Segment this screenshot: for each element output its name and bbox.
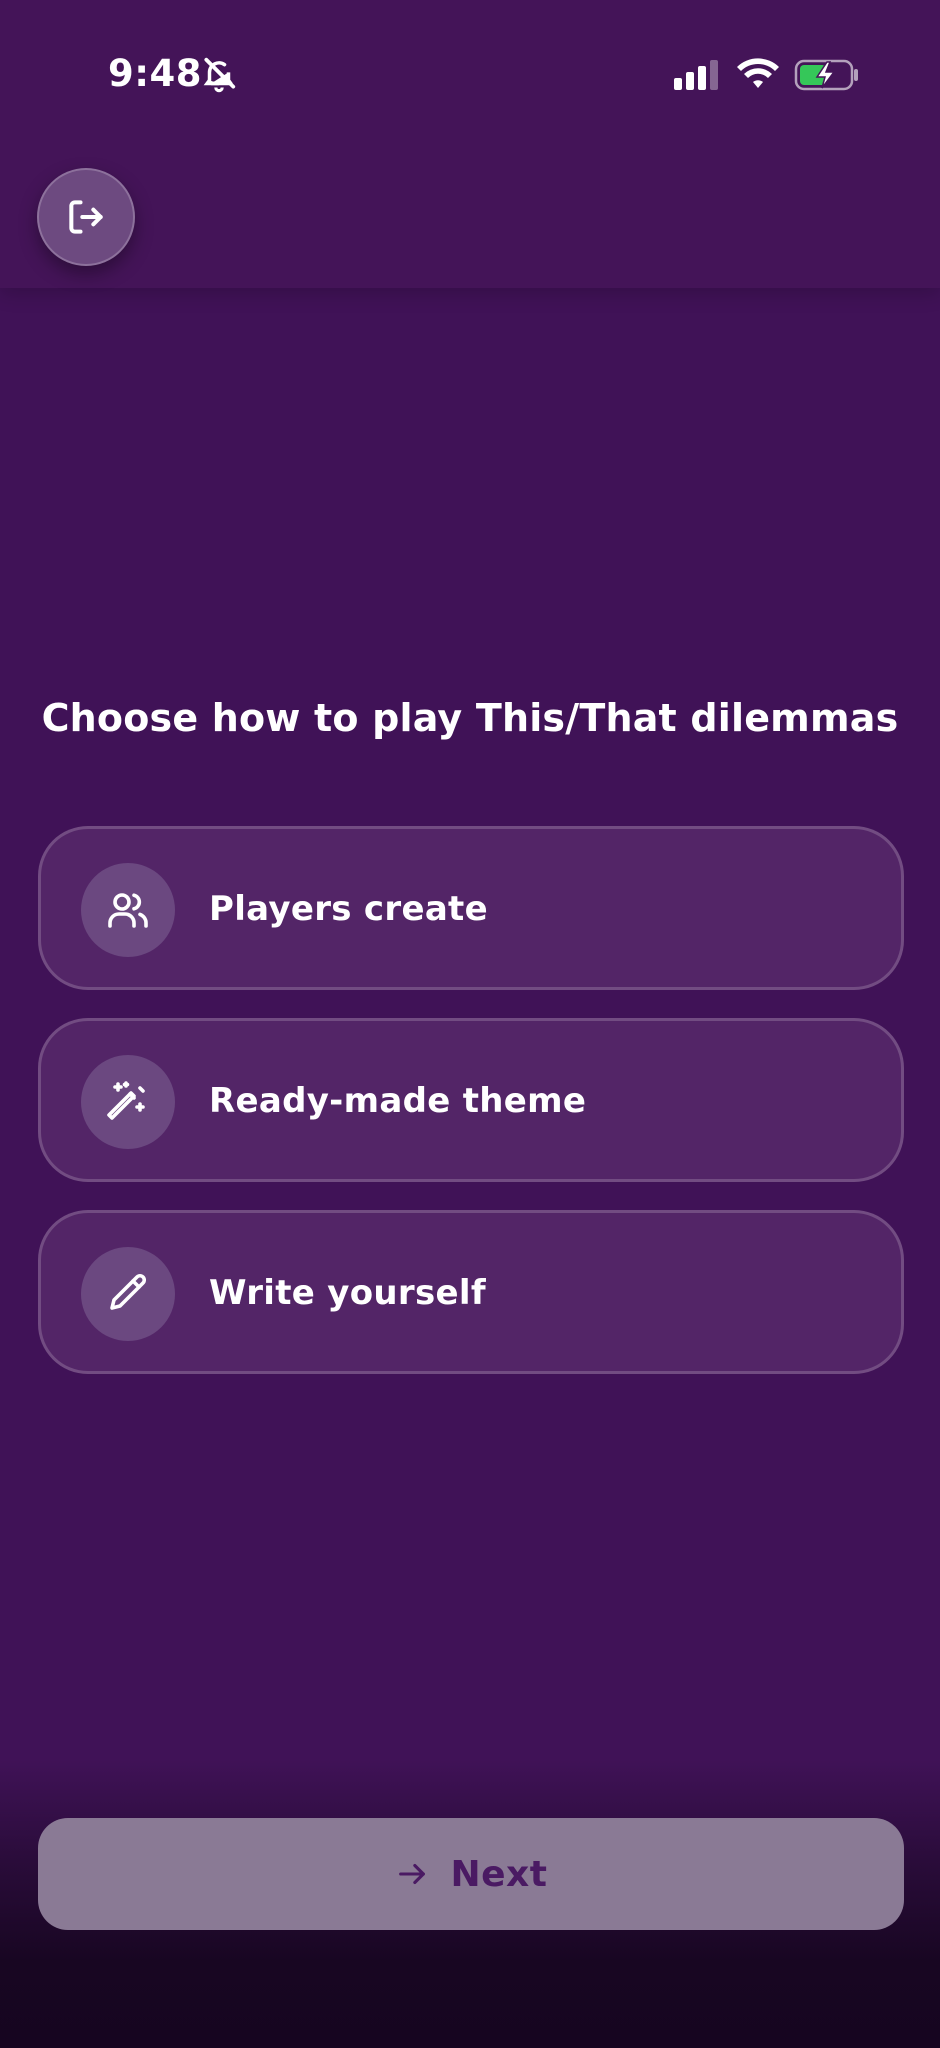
screen: 9:48 Choose how to play This/That dilemm… [0, 0, 940, 2048]
status-bar: 9:48 [0, 0, 940, 150]
exit-button[interactable] [37, 168, 135, 266]
next-button-label: Next [450, 1853, 548, 1895]
page-title: Choose how to play This/That dilemmas [41, 696, 899, 740]
exit-icon [69, 200, 103, 234]
status-time: 9:48 [108, 52, 203, 95]
next-button[interactable]: Next [38, 1818, 904, 1930]
option-ready-made-theme[interactable]: Ready-made theme [38, 1018, 904, 1182]
option-icon-circle [81, 1247, 175, 1341]
users-icon [108, 893, 148, 928]
cellular-signal-icon [674, 60, 718, 90]
wifi-icon [737, 58, 779, 88]
option-icon-circle [81, 1055, 175, 1149]
battery-charging-icon [794, 59, 858, 91]
magic-wand-icon [107, 1081, 145, 1120]
option-label: Players create [209, 889, 488, 929]
bell-slash-icon [203, 57, 236, 93]
option-players-create[interactable]: Players create [38, 826, 904, 990]
option-label: Ready-made theme [209, 1081, 587, 1121]
option-icon-circle [81, 863, 175, 957]
option-write-yourself[interactable]: Write yourself [38, 1210, 904, 1374]
play-mode-options: Players create Ready-made theme Write yo… [38, 826, 904, 1402]
arrow-right-icon [398, 1863, 425, 1885]
top-header: 9:48 [0, 0, 940, 288]
pencil-icon [110, 1273, 147, 1310]
option-label: Write yourself [209, 1273, 486, 1313]
